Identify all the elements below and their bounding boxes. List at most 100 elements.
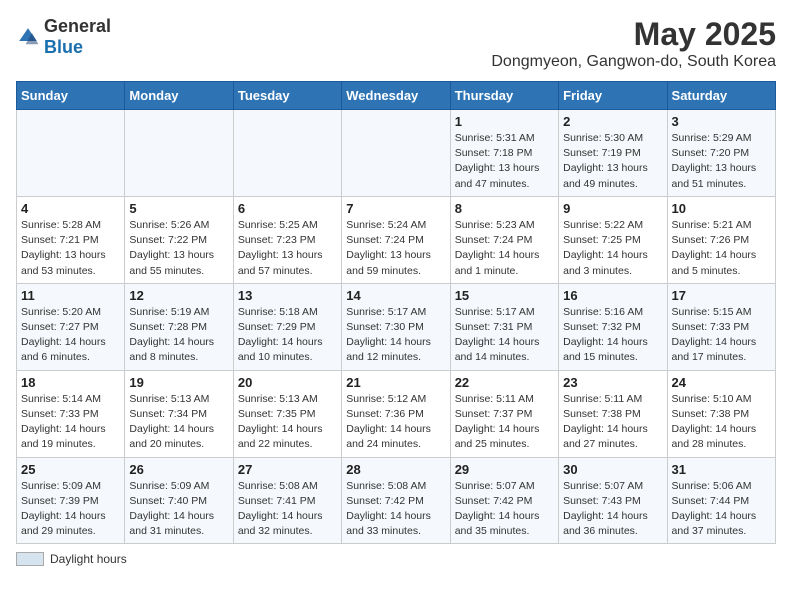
calendar-cell: 22Sunrise: 5:11 AM Sunset: 7:37 PM Dayli…	[450, 370, 558, 457]
day-info: Sunrise: 5:17 AM Sunset: 7:31 PM Dayligh…	[455, 305, 554, 366]
day-number: 5	[129, 201, 228, 216]
day-number: 1	[455, 114, 554, 129]
day-info: Sunrise: 5:09 AM Sunset: 7:39 PM Dayligh…	[21, 479, 120, 540]
legend-box	[16, 552, 44, 566]
day-number: 13	[238, 288, 337, 303]
week-row-1: 1 Sunrise: 5:31 AM Sunset: 7:18 PM Daylig…	[17, 110, 776, 197]
day-number: 30	[563, 462, 662, 477]
weekday-header-row: SundayMondayTuesdayWednesdayThursdayFrid…	[17, 82, 776, 110]
title-block: May 2025 Dongmyeon, Gangwon-do, South Ko…	[491, 16, 776, 71]
calendar-cell: 15 Sunrise: 5:17 AM Sunset: 7:31 PM Dayli…	[450, 283, 558, 370]
calendar-cell: 18Sunrise: 5:14 AM Sunset: 7:33 PM Dayli…	[17, 370, 125, 457]
calendar-cell: 21 Sunrise: 5:12 AM Sunset: 7:36 PM Dayli…	[342, 370, 450, 457]
calendar-cell: 31 Sunrise: 5:06 AM Sunset: 7:44 PM Dayli…	[667, 457, 775, 544]
day-info: Sunrise: 5:24 AM Sunset: 7:24 PM Dayligh…	[346, 218, 445, 279]
day-info: Sunrise: 5:17 AM Sunset: 7:30 PM Dayligh…	[346, 305, 445, 366]
day-number: 31	[672, 462, 771, 477]
weekday-header-friday: Friday	[559, 82, 667, 110]
day-info: Sunrise: 5:07 AM Sunset: 7:42 PM Dayligh…	[455, 479, 554, 540]
day-number: 20	[238, 375, 337, 390]
calendar-cell: 10Sunrise: 5:21 AM Sunset: 7:26 PM Dayli…	[667, 196, 775, 283]
calendar-cell: 7 Sunrise: 5:24 AM Sunset: 7:24 PM Daylig…	[342, 196, 450, 283]
week-row-3: 11 Sunrise: 5:20 AM Sunset: 7:27 PM Dayli…	[17, 283, 776, 370]
calendar-cell: 16Sunrise: 5:16 AM Sunset: 7:32 PM Dayli…	[559, 283, 667, 370]
main-title: May 2025	[491, 16, 776, 53]
calendar-cell	[233, 110, 341, 197]
legend: Daylight hours	[16, 552, 776, 566]
week-row-4: 18Sunrise: 5:14 AM Sunset: 7:33 PM Dayli…	[17, 370, 776, 457]
day-number: 29	[455, 462, 554, 477]
day-number: 3	[672, 114, 771, 129]
weekday-header-saturday: Saturday	[667, 82, 775, 110]
calendar-cell: 3Sunrise: 5:29 AM Sunset: 7:20 PM Daylig…	[667, 110, 775, 197]
day-info: Sunrise: 5:09 AM Sunset: 7:40 PM Dayligh…	[129, 479, 228, 540]
calendar-cell: 6 Sunrise: 5:25 AM Sunset: 7:23 PM Daylig…	[233, 196, 341, 283]
calendar-cell: 30 Sunrise: 5:07 AM Sunset: 7:43 PM Dayli…	[559, 457, 667, 544]
logo-blue: Blue	[44, 37, 83, 57]
day-info: Sunrise: 5:08 AM Sunset: 7:42 PM Dayligh…	[346, 479, 445, 540]
logo-text: General Blue	[44, 16, 111, 58]
calendar-cell: 2 Sunrise: 5:30 AM Sunset: 7:19 PM Daylig…	[559, 110, 667, 197]
week-row-5: 25 Sunrise: 5:09 AM Sunset: 7:39 PM Dayli…	[17, 457, 776, 544]
day-info: Sunrise: 5:30 AM Sunset: 7:19 PM Dayligh…	[563, 131, 662, 192]
calendar-cell: 25 Sunrise: 5:09 AM Sunset: 7:39 PM Dayli…	[17, 457, 125, 544]
logo: General Blue	[16, 16, 111, 58]
day-info: Sunrise: 5:14 AM Sunset: 7:33 PM Dayligh…	[21, 392, 120, 453]
day-info: Sunrise: 5:07 AM Sunset: 7:43 PM Dayligh…	[563, 479, 662, 540]
day-info: Sunrise: 5:20 AM Sunset: 7:27 PM Dayligh…	[21, 305, 120, 366]
day-number: 7	[346, 201, 445, 216]
day-number: 24	[672, 375, 771, 390]
day-info: Sunrise: 5:21 AM Sunset: 7:26 PM Dayligh…	[672, 218, 771, 279]
day-number: 23	[563, 375, 662, 390]
day-info: Sunrise: 5:13 AM Sunset: 7:35 PM Dayligh…	[238, 392, 337, 453]
day-number: 15	[455, 288, 554, 303]
logo-icon	[16, 25, 40, 49]
day-info: Sunrise: 5:18 AM Sunset: 7:29 PM Dayligh…	[238, 305, 337, 366]
day-number: 11	[21, 288, 120, 303]
calendar-cell: 5Sunrise: 5:26 AM Sunset: 7:22 PM Daylig…	[125, 196, 233, 283]
day-number: 2	[563, 114, 662, 129]
calendar-cell: 19Sunrise: 5:13 AM Sunset: 7:34 PM Dayli…	[125, 370, 233, 457]
day-info: Sunrise: 5:28 AM Sunset: 7:21 PM Dayligh…	[21, 218, 120, 279]
calendar-cell	[342, 110, 450, 197]
day-info: Sunrise: 5:08 AM Sunset: 7:41 PM Dayligh…	[238, 479, 337, 540]
day-info: Sunrise: 5:13 AM Sunset: 7:34 PM Dayligh…	[129, 392, 228, 453]
day-number: 26	[129, 462, 228, 477]
calendar-cell: 23 Sunrise: 5:11 AM Sunset: 7:38 PM Dayli…	[559, 370, 667, 457]
calendar-cell: 29 Sunrise: 5:07 AM Sunset: 7:42 PM Dayli…	[450, 457, 558, 544]
page-header: General Blue May 2025 Dongmyeon, Gangwon…	[16, 16, 776, 71]
calendar-cell: 14 Sunrise: 5:17 AM Sunset: 7:30 PM Dayli…	[342, 283, 450, 370]
day-number: 16	[563, 288, 662, 303]
calendar-cell: 12Sunrise: 5:19 AM Sunset: 7:28 PM Dayli…	[125, 283, 233, 370]
logo-general: General	[44, 16, 111, 36]
day-info: Sunrise: 5:31 AM Sunset: 7:18 PM Dayligh…	[455, 131, 554, 192]
day-info: Sunrise: 5:06 AM Sunset: 7:44 PM Dayligh…	[672, 479, 771, 540]
weekday-header-thursday: Thursday	[450, 82, 558, 110]
calendar-cell: 8Sunrise: 5:23 AM Sunset: 7:24 PM Daylig…	[450, 196, 558, 283]
calendar-table: SundayMondayTuesdayWednesdayThursdayFrid…	[16, 81, 776, 544]
calendar-cell: 1 Sunrise: 5:31 AM Sunset: 7:18 PM Daylig…	[450, 110, 558, 197]
calendar-cell: 28 Sunrise: 5:08 AM Sunset: 7:42 PM Dayli…	[342, 457, 450, 544]
day-info: Sunrise: 5:25 AM Sunset: 7:23 PM Dayligh…	[238, 218, 337, 279]
day-number: 25	[21, 462, 120, 477]
day-number: 27	[238, 462, 337, 477]
weekday-header-sunday: Sunday	[17, 82, 125, 110]
day-number: 17	[672, 288, 771, 303]
day-number: 28	[346, 462, 445, 477]
subtitle: Dongmyeon, Gangwon-do, South Korea	[491, 53, 776, 71]
calendar-cell: 20 Sunrise: 5:13 AM Sunset: 7:35 PM Dayli…	[233, 370, 341, 457]
calendar-cell: 13 Sunrise: 5:18 AM Sunset: 7:29 PM Dayli…	[233, 283, 341, 370]
day-number: 4	[21, 201, 120, 216]
day-info: Sunrise: 5:15 AM Sunset: 7:33 PM Dayligh…	[672, 305, 771, 366]
calendar-cell: 24Sunrise: 5:10 AM Sunset: 7:38 PM Dayli…	[667, 370, 775, 457]
day-number: 6	[238, 201, 337, 216]
day-number: 14	[346, 288, 445, 303]
weekday-header-wednesday: Wednesday	[342, 82, 450, 110]
calendar-cell	[17, 110, 125, 197]
day-info: Sunrise: 5:11 AM Sunset: 7:38 PM Dayligh…	[563, 392, 662, 453]
day-info: Sunrise: 5:12 AM Sunset: 7:36 PM Dayligh…	[346, 392, 445, 453]
day-number: 8	[455, 201, 554, 216]
calendar-cell: 11 Sunrise: 5:20 AM Sunset: 7:27 PM Dayli…	[17, 283, 125, 370]
day-number: 9	[563, 201, 662, 216]
day-number: 21	[346, 375, 445, 390]
